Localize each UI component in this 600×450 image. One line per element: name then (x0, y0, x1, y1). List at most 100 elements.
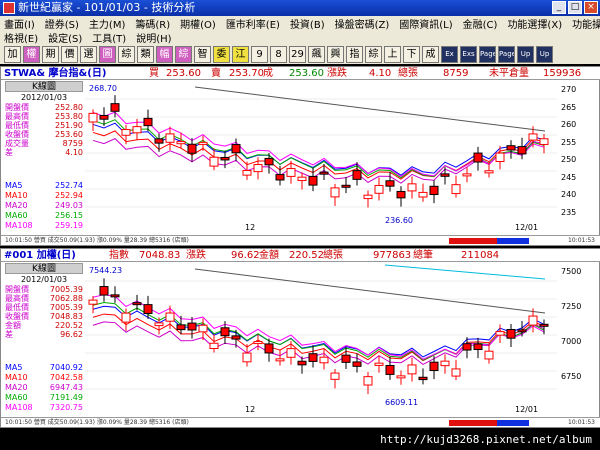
stat-value: 253.80 (55, 112, 83, 121)
toolbar-button[interactable]: Page (479, 45, 496, 63)
menu-item[interactable]: 證券(S) (45, 16, 79, 31)
toolbar-button[interactable]: 興 (327, 45, 344, 63)
menu-item[interactable]: 設定(S) (48, 30, 82, 45)
menu-item[interactable]: 投資(B) (290, 16, 325, 31)
menu-item[interactable]: 國際資訊(L) (399, 16, 452, 31)
trend-line (384, 264, 546, 280)
toolbar-button[interactable]: Up (536, 45, 553, 63)
toolbar-button[interactable]: 江 (232, 45, 249, 63)
candle-body (121, 129, 131, 136)
y-tick-label: 260 (561, 120, 577, 129)
candle-body (462, 343, 472, 351)
moving-average-line (92, 122, 545, 176)
menu-item[interactable]: 匯市利率(E) (226, 16, 280, 31)
candle-body (451, 368, 461, 377)
minimize-button[interactable]: _ (552, 1, 566, 14)
toolbar-button[interactable]: 智 (194, 45, 211, 63)
toolbar-button[interactable]: 價 (61, 45, 78, 63)
stat-row: 最高價 253.80 (5, 112, 85, 121)
candle-body (110, 294, 120, 298)
stat-label: 收盤價 (5, 312, 29, 321)
menu-item[interactable]: 說明(H) (136, 30, 171, 45)
high-mark-label: 7544.23 (89, 266, 122, 275)
toolbar-button[interactable]: 加 (4, 45, 21, 63)
ma-label: MA108 (5, 221, 33, 230)
stats-date: 2012/01/03 (20, 93, 68, 102)
toolbar-button[interactable]: 幅 (156, 45, 173, 63)
toolbar-button[interactable]: 綜 (118, 45, 135, 63)
toolbar-button[interactable]: 權 (23, 45, 40, 63)
toolbar-button[interactable]: Page (498, 45, 515, 63)
menu-item[interactable]: 格視(E) (4, 30, 38, 45)
menu-item[interactable]: 主力(M) (89, 16, 125, 31)
candle-body (176, 324, 186, 331)
candle-body (506, 329, 516, 339)
status-text: 10:01:50 營買 成交50.09(1.93) 漲0.09% 量28.39 … (5, 237, 189, 244)
candle-body (275, 358, 285, 362)
ma-value: 7191.49 (49, 393, 83, 402)
oi-label: 未平倉量 (489, 68, 529, 79)
toolbar-button[interactable]: 期 (42, 45, 59, 63)
toolbar-button[interactable]: 8 (270, 45, 287, 63)
maximize-button[interactable]: □ (568, 1, 582, 14)
ma-value: 7320.75 (49, 403, 83, 412)
toolbar-button[interactable]: 類 (137, 45, 154, 63)
ma-row: MA60 7191.49 (5, 393, 85, 403)
window-titlebar: 新世紀贏家 - 101/01/03 - 技術分析 _ □ × (0, 0, 600, 16)
count-label: 總筆 (413, 250, 433, 261)
toolbar-button[interactable]: Up (517, 45, 534, 63)
stat-value: 7005.39 (49, 285, 83, 294)
toolbar-button[interactable]: Exs (460, 45, 477, 63)
candle-body (99, 286, 109, 296)
candle-body (121, 312, 131, 323)
toolbar-button[interactable]: 飆 (308, 45, 325, 63)
menu-item[interactable]: 畫面(I) (4, 16, 35, 31)
candle-body (418, 376, 428, 381)
candle-body (429, 185, 439, 196)
y-tick-label: 7250 (561, 302, 582, 311)
candle-body (418, 191, 428, 198)
ma-row: MA10 252.94 (5, 191, 85, 201)
toolbar-button[interactable]: 下 (403, 45, 420, 63)
candle-body (319, 171, 329, 175)
candle-body (209, 342, 219, 349)
close-button[interactable]: × (584, 1, 598, 14)
menu-item[interactable]: 功能選擇(X) (507, 16, 562, 31)
toolbar-button[interactable]: 成 (422, 45, 439, 63)
toolbar-button[interactable]: 指 (346, 45, 363, 63)
toolbar-button[interactable]: 綜 (365, 45, 382, 63)
toolbar-button[interactable]: 29 (289, 45, 306, 63)
chart-panel-stwa: STWA& 摩台指&(日) 買 253.60 賣 253.70 成 253.60… (0, 66, 600, 246)
quote-bar: #001 加權(日) 指數 7048.83 漲跌 96.62 金額 220.52… (1, 249, 600, 262)
menu-item[interactable]: 工具(T) (92, 30, 126, 45)
change-value: 4.10 (369, 68, 392, 79)
toolbar-button[interactable]: 選 (80, 45, 97, 63)
candle-body (165, 133, 175, 143)
ma-label: MA20 (5, 383, 28, 392)
toolbar-button[interactable]: Ex (441, 45, 458, 63)
menu-item[interactable]: 期權(O) (180, 16, 216, 31)
menu-item[interactable]: 操盤密碼(Z) (335, 16, 390, 31)
status-time: 10:01:53 (568, 419, 595, 426)
oi-value: 159936 (543, 68, 582, 79)
menu-item[interactable]: 籌碼(R) (135, 16, 170, 31)
candle-body (143, 304, 153, 314)
candle-body (352, 361, 362, 367)
candlestick-chart: 7544.23 6609.11 12 12/01 (85, 264, 557, 413)
status-time: 10:01:53 (568, 237, 595, 244)
toolbar-button[interactable]: 圖 (99, 45, 116, 63)
ma-label: MA60 (5, 393, 28, 402)
candle-body (374, 362, 384, 366)
menu-item[interactable]: 功能操作(T) (572, 16, 600, 31)
buy-label: 買 (149, 68, 159, 79)
toolbar-button[interactable]: 委 (213, 45, 230, 63)
stat-value: 4.10 (65, 148, 83, 157)
toolbar-button[interactable]: 9 (251, 45, 268, 63)
menu-item[interactable]: 金融(C) (463, 16, 498, 31)
toolbar-button[interactable]: 上 (384, 45, 401, 63)
count-value: 211084 (461, 250, 500, 261)
candle-body (539, 323, 549, 327)
trend-line (194, 86, 546, 132)
toolbar-button[interactable]: 綜 (175, 45, 192, 63)
stat-row: 成交量 8759 (5, 139, 85, 148)
